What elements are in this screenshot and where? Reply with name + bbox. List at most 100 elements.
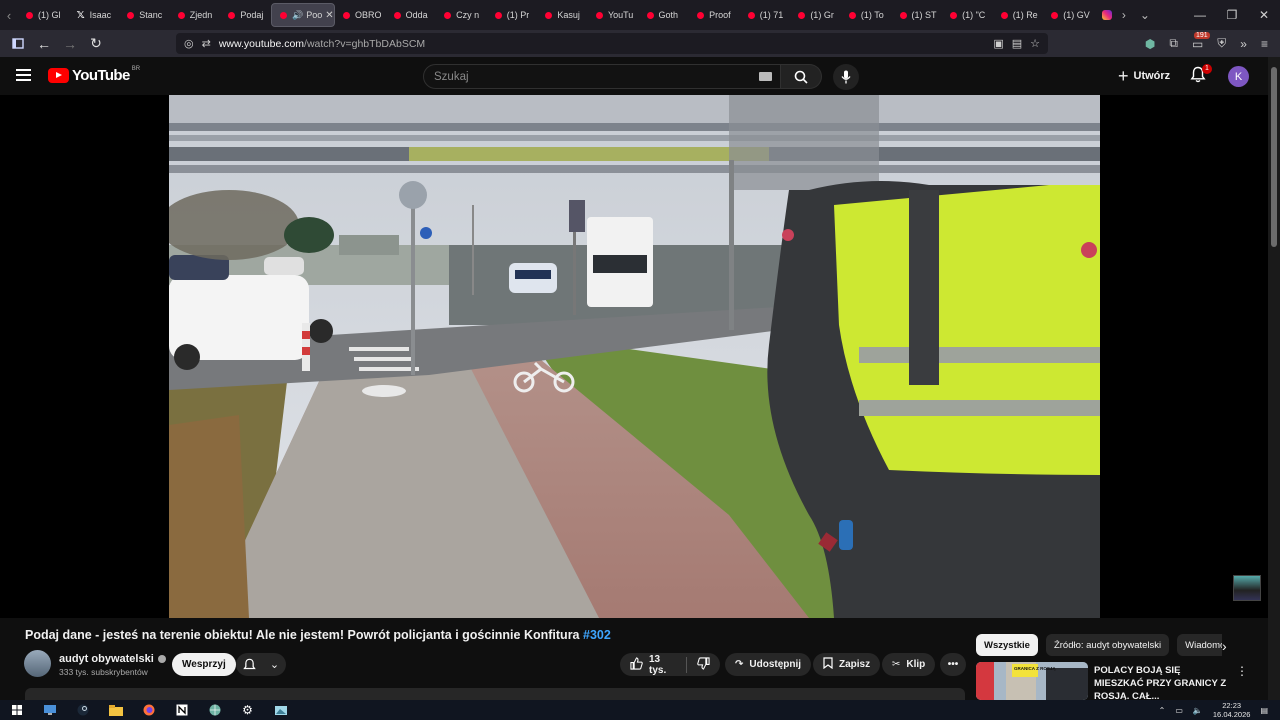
back-icon[interactable]: ← [32, 33, 56, 55]
notification-center-icon[interactable]: ▤ [1260, 706, 1268, 715]
speaker-icon[interactable]: 🔊 [292, 10, 303, 21]
more-actions-button[interactable]: ••• [940, 653, 966, 676]
notifications-button[interactable]: 1 [1190, 64, 1212, 86]
pinned-app-icon[interactable] [264, 700, 297, 720]
browser-tab[interactable]: (1) ST [892, 3, 943, 27]
minimize-icon[interactable]: — [1184, 8, 1216, 22]
share-button[interactable]: ↷ Udostępnij [725, 653, 812, 676]
browser-tab[interactable]: Odda [386, 3, 437, 27]
keyboard-icon[interactable] [759, 72, 772, 81]
app-globe-icon[interactable] [198, 700, 231, 720]
channel-avatar[interactable] [24, 650, 51, 677]
tab-label: Proof [709, 10, 731, 20]
description-box[interactable] [25, 688, 965, 700]
guide-menu-icon[interactable] [16, 69, 31, 81]
tab-scroll-left-icon[interactable]: ‹ [0, 8, 18, 23]
browser-tab[interactable]: Stanc [119, 3, 170, 27]
privacy-extension-icon[interactable]: ⬢ [1145, 37, 1155, 51]
reload-icon[interactable]: ↻ [84, 33, 108, 55]
close-tab-icon[interactable]: ✕ [325, 10, 333, 21]
recommendation-item[interactable]: GRANICA Z ROSJĄ POLACY BOJĄ SIĘ MIESZKAĆ… [976, 662, 1248, 703]
forward-icon[interactable]: → [58, 33, 82, 55]
tab-label: Kasuj [557, 10, 580, 20]
filter-chip[interactable]: Wszystkie [976, 634, 1038, 656]
pc-monitor-icon[interactable] [33, 700, 66, 720]
browser-tab[interactable]: YouTu [588, 3, 639, 27]
support-button[interactable]: Wesprzyj [172, 653, 236, 676]
browser-tab[interactable]: (1) Gr [790, 3, 841, 27]
recommendation-menu-icon[interactable]: ⋮ [1236, 664, 1248, 678]
recommendation-title[interactable]: POLACY BOJĄ SIĘ MIESZKAĆ PRZY GRANICY Z … [1094, 664, 1232, 703]
settings-gear-icon[interactable]: ⚙ [231, 700, 264, 720]
browser-tab[interactable]: Zjedn [170, 3, 221, 27]
account-avatar[interactable]: K [1228, 66, 1249, 87]
filter-chip[interactable]: Źródło: audyt obywatelski [1045, 634, 1170, 656]
overflow-chevron-icon[interactable]: » [1240, 37, 1247, 51]
page-scrollbar[interactable] [1268, 57, 1280, 700]
volume-icon[interactable]: 🔈 [1193, 706, 1203, 715]
browser-tab[interactable]: (1) Pr [487, 3, 538, 27]
shield-extension-icon[interactable]: ⛨ [1217, 36, 1226, 51]
video-hashtag[interactable]: #302 [583, 628, 611, 642]
search-input[interactable] [434, 70, 734, 83]
sidebar-toggle-icon[interactable] [6, 33, 30, 55]
youtube-logo[interactable]: YouTube BR [48, 66, 140, 84]
tray-chevron-icon[interactable]: ⌃ [1159, 706, 1166, 715]
steam-icon[interactable] [66, 700, 99, 720]
browser-tab[interactable]: (1) "C [942, 3, 993, 27]
browser-tab[interactable]: (1) Gl [18, 3, 69, 27]
clock[interactable]: 22:23 16.04.2026 [1213, 701, 1251, 719]
browser-tab[interactable]: Proof [689, 3, 740, 27]
clip-button[interactable]: ✂ Klip [882, 653, 936, 676]
reader-view-icon[interactable]: ▤ [1012, 37, 1022, 50]
channel-name-link[interactable]: audyt obywatelski [59, 653, 166, 665]
chips-next-icon[interactable]: › [1222, 638, 1227, 654]
picture-in-picture-icon[interactable]: ▣ [993, 37, 1003, 50]
address-bar[interactable]: ◎ ⇄ www.youtube.com/watch?v=ghbTbDAbSCM … [176, 33, 1048, 54]
filter-chip[interactable]: Wiadomości [1177, 634, 1222, 656]
search-button[interactable] [781, 64, 822, 89]
extensions-puzzle-icon[interactable]: ⧉ [1169, 36, 1178, 51]
browser-tab[interactable]: 𝕏 Isaac [69, 3, 120, 27]
firefox-icon[interactable] [132, 700, 165, 720]
list-all-tabs-icon[interactable]: ⌄ [1140, 8, 1150, 22]
recommendation-thumbnail[interactable]: GRANICA Z ROSJĄ [976, 662, 1088, 700]
youtube-wordmark: YouTube [72, 67, 130, 84]
browser-tab[interactable]: 🔊 Poo ✕ [270, 3, 335, 27]
bookmark-star-icon[interactable]: ☆ [1030, 37, 1040, 50]
channel-watermark[interactable] [1233, 575, 1261, 601]
thumbs-down-icon[interactable] [697, 656, 710, 673]
browser-tab[interactable]: OBRO [335, 3, 386, 27]
shield-icon[interactable]: ◎ [184, 37, 194, 50]
browser-tab[interactable]: (1) Re [993, 3, 1044, 27]
subscription-notifications-button[interactable]: ⌄ [236, 653, 286, 676]
network-icon[interactable]: ▭ [1175, 706, 1183, 715]
ublock-icon[interactable]: ▭ 191 [1192, 31, 1210, 51]
video-frame[interactable] [169, 95, 1100, 618]
browser-tab[interactable]: (1) GV [1043, 3, 1094, 27]
browser-tab[interactable]: (1) 71 [740, 3, 791, 27]
save-button[interactable]: Zapisz [813, 653, 881, 676]
browser-tab[interactable]: Podaj [220, 3, 271, 27]
browser-tab[interactable]: Czy n [436, 3, 487, 27]
tab-label: Goth [658, 10, 679, 20]
like-count[interactable]: 13 tys. [649, 654, 678, 676]
browser-tab[interactable]: (1) To [841, 3, 892, 27]
close-window-icon[interactable]: ✕ [1248, 8, 1280, 22]
browser-tab[interactable]: Kasuj [537, 3, 588, 27]
app-menu-icon[interactable]: ≡ [1261, 37, 1268, 51]
scrollbar-thumb[interactable] [1271, 67, 1277, 247]
permissions-icon[interactable]: ⇄ [202, 37, 211, 50]
thumbs-up-icon[interactable] [630, 656, 643, 673]
create-button[interactable]: + Utwórz [1118, 66, 1170, 86]
tab-scroll-right-icon[interactable]: › [1122, 8, 1126, 22]
restore-icon[interactable]: ❐ [1216, 8, 1248, 22]
browser-tab[interactable]: Goth [639, 3, 690, 27]
notion-icon[interactable] [165, 700, 198, 720]
share-icon: ↷ [735, 659, 744, 670]
instagram-tab-icon[interactable] [1101, 10, 1112, 20]
file-explorer-icon[interactable] [99, 700, 132, 720]
clock-time: 22:23 [1222, 701, 1242, 710]
windows-start-icon[interactable] [0, 700, 33, 720]
voice-search-button[interactable] [833, 64, 859, 90]
